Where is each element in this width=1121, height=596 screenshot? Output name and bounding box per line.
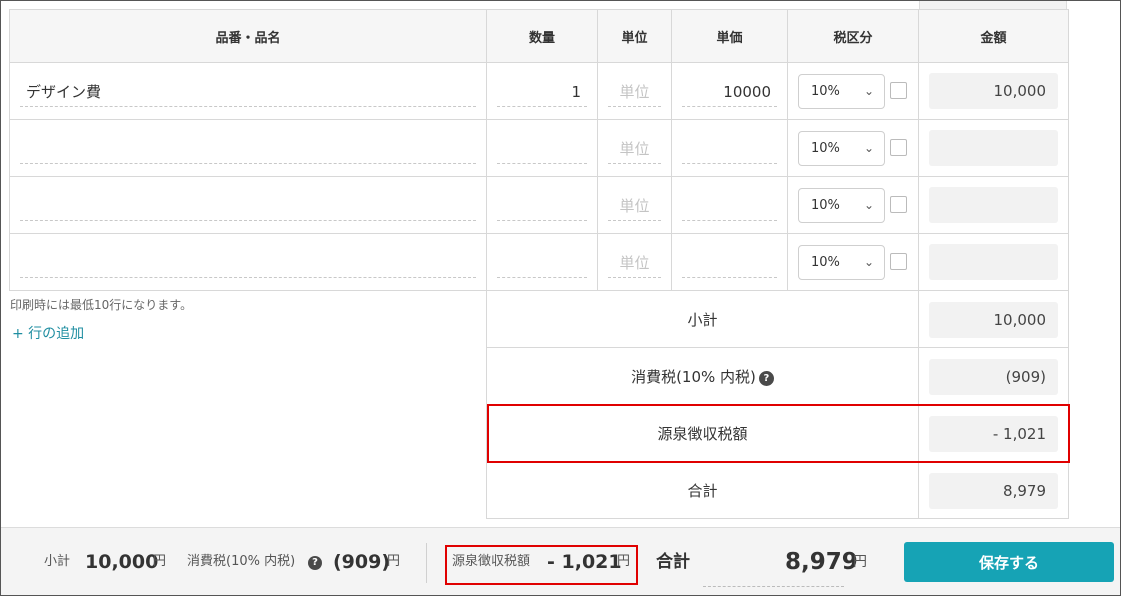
panel-edge bbox=[919, 1, 1067, 9]
chevron-down-icon: ⌄ bbox=[863, 198, 874, 212]
summary-row-total: 合計 8,979 bbox=[486, 461, 1069, 519]
unit-input[interactable] bbox=[608, 77, 661, 107]
footer-tax-label: 消費税(10% 内税) bbox=[187, 554, 296, 569]
footer-total-yen: 円 bbox=[853, 554, 867, 570]
tax-rate-select[interactable]: 10% ⌄ bbox=[798, 245, 885, 280]
tax-checkbox[interactable] bbox=[890, 253, 907, 270]
subtotal-label: 小計 bbox=[687, 310, 718, 329]
tax-rate-value: 10% bbox=[811, 198, 840, 213]
header-amount: 金額 bbox=[918, 9, 1069, 63]
chevron-down-icon: ⌄ bbox=[863, 141, 874, 155]
unit-input[interactable] bbox=[608, 248, 661, 278]
summary-table: 小計 10,000 消費税(10% 内税)? (909) 源泉徴収税額 - 1,… bbox=[486, 290, 1069, 519]
footer-withholding-highlight bbox=[445, 545, 638, 585]
tax-rate-select[interactable]: 10% ⌄ bbox=[798, 74, 885, 109]
amount-value bbox=[929, 187, 1058, 223]
chevron-down-icon: ⌄ bbox=[863, 84, 874, 98]
amount-value bbox=[929, 244, 1058, 280]
total-label: 合計 bbox=[687, 481, 718, 500]
tax-label: 消費税(10% 内税) bbox=[631, 367, 756, 386]
quantity-input[interactable] bbox=[497, 134, 587, 164]
chevron-down-icon: ⌄ bbox=[863, 255, 874, 269]
tax-checkbox[interactable] bbox=[890, 196, 907, 213]
question-circle-icon[interactable]: ? bbox=[758, 370, 774, 386]
header-unit-price: 単価 bbox=[671, 9, 788, 63]
quantity-input[interactable] bbox=[497, 77, 587, 107]
table-header-row: 品番・品名 数量 単位 単価 税区分 金額 bbox=[9, 9, 1069, 63]
footer-tax-value: (909) bbox=[333, 551, 391, 573]
withholding-value: - 1,021 bbox=[929, 416, 1058, 452]
summary-row-withholding: 源泉徴収税額 - 1,021 bbox=[486, 404, 1069, 462]
tax-rate-value: 10% bbox=[811, 255, 840, 270]
table-row: 10% ⌄ bbox=[9, 176, 1069, 234]
footer-subtotal-label: 小計 bbox=[44, 554, 71, 569]
item-name-input[interactable] bbox=[20, 134, 476, 164]
footer-divider bbox=[426, 543, 427, 583]
unit-input[interactable] bbox=[608, 134, 661, 164]
item-name-input[interactable] bbox=[20, 77, 476, 107]
amount-value: 10,000 bbox=[929, 73, 1058, 109]
footer-total-label: 合計 bbox=[656, 552, 690, 572]
header-unit: 単位 bbox=[597, 9, 672, 63]
unit-price-input[interactable] bbox=[682, 191, 777, 221]
item-name-input[interactable] bbox=[20, 191, 476, 221]
summary-row-tax: 消費税(10% 内税)? (909) bbox=[486, 347, 1069, 405]
tax-rate-select[interactable]: 10% ⌄ bbox=[798, 131, 885, 166]
print-note: 印刷時には最低10行になります。 bbox=[10, 298, 193, 312]
total-underline bbox=[703, 586, 844, 587]
unit-input[interactable] bbox=[608, 191, 661, 221]
footer-tax-yen: 円 bbox=[387, 554, 401, 569]
question-circle-icon[interactable]: ? bbox=[308, 556, 322, 570]
save-button[interactable]: 保存する bbox=[904, 542, 1114, 582]
header-quantity: 数量 bbox=[486, 9, 598, 63]
quantity-input[interactable] bbox=[497, 191, 587, 221]
header-item-name: 品番・品名 bbox=[9, 9, 487, 63]
add-row-link[interactable]: + 行の追加 bbox=[12, 323, 84, 343]
total-value: 8,979 bbox=[929, 473, 1058, 509]
line-items-table: 品番・品名 数量 単位 単価 税区分 金額 10%⌄ 10,000 10 bbox=[9, 9, 1069, 291]
tax-checkbox[interactable] bbox=[890, 82, 907, 99]
unit-price-input[interactable] bbox=[682, 77, 777, 107]
footer-subtotal-value: 10,000 bbox=[85, 551, 159, 573]
amount-value bbox=[929, 130, 1058, 166]
tax-rate-value: 10% bbox=[811, 141, 840, 156]
tax-checkbox[interactable] bbox=[890, 139, 907, 156]
subtotal-value: 10,000 bbox=[929, 302, 1058, 338]
withholding-label: 源泉徴収税額 bbox=[657, 424, 748, 443]
footer-subtotal-yen: 円 bbox=[153, 554, 167, 569]
table-row: 10% ⌄ 10,000 bbox=[9, 62, 1069, 120]
tax-rate-value: 10% bbox=[811, 84, 840, 99]
summary-row-subtotal: 小計 10,000 bbox=[486, 290, 1069, 348]
table-row: 10% ⌄ bbox=[9, 233, 1069, 291]
tax-value: (909) bbox=[929, 359, 1058, 395]
tax-rate-select[interactable]: 10% ⌄ bbox=[798, 188, 885, 223]
header-tax-category: 税区分 bbox=[787, 9, 919, 63]
unit-price-input[interactable] bbox=[682, 134, 777, 164]
unit-price-input[interactable] bbox=[682, 248, 777, 278]
table-row: 10% ⌄ bbox=[9, 119, 1069, 177]
quantity-input[interactable] bbox=[497, 248, 587, 278]
item-name-input[interactable] bbox=[20, 248, 476, 278]
